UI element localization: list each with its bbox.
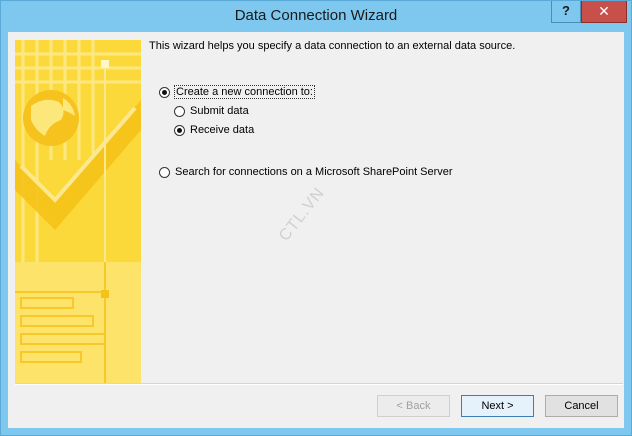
- wizard-body: This wizard helps you specify a data con…: [8, 32, 624, 428]
- create-connection-radio[interactable]: [159, 86, 170, 98]
- help-button[interactable]: ?: [551, 1, 581, 23]
- close-button[interactable]: ✕: [581, 1, 627, 23]
- receive-data-radio[interactable]: [174, 124, 185, 136]
- title-bar[interactable]: Data Connection Wizard ? ✕: [1, 1, 631, 31]
- submit-data-radio[interactable]: [174, 105, 185, 117]
- create-connection-label[interactable]: Create a new connection to:: [174, 85, 315, 99]
- footer-divider: [15, 383, 623, 385]
- wizard-window: Data Connection Wizard ? ✕ This wizard h…: [0, 0, 632, 436]
- submit-data-option[interactable]: Submit data: [174, 105, 249, 117]
- receive-data-label[interactable]: Receive data: [190, 124, 254, 136]
- receive-data-option[interactable]: Receive data: [174, 124, 254, 136]
- next-button[interactable]: Next >: [461, 395, 534, 417]
- watermark-text: CTL.VN: [276, 184, 329, 245]
- search-sharepoint-label[interactable]: Search for connections on a Microsoft Sh…: [175, 166, 453, 178]
- wizard-banner-image: [15, 40, 141, 383]
- globe-data-illustration-icon: [15, 40, 141, 383]
- back-button[interactable]: < Back: [377, 395, 450, 417]
- cancel-button[interactable]: Cancel: [545, 395, 618, 417]
- search-sharepoint-radio[interactable]: [159, 166, 170, 178]
- window-title: Data Connection Wizard: [234, 7, 398, 24]
- create-connection-option[interactable]: Create a new connection to:: [159, 85, 315, 99]
- wizard-intro-text: This wizard helps you specify a data con…: [149, 40, 516, 52]
- search-sharepoint-option[interactable]: Search for connections on a Microsoft Sh…: [159, 166, 453, 178]
- submit-data-label[interactable]: Submit data: [190, 105, 249, 117]
